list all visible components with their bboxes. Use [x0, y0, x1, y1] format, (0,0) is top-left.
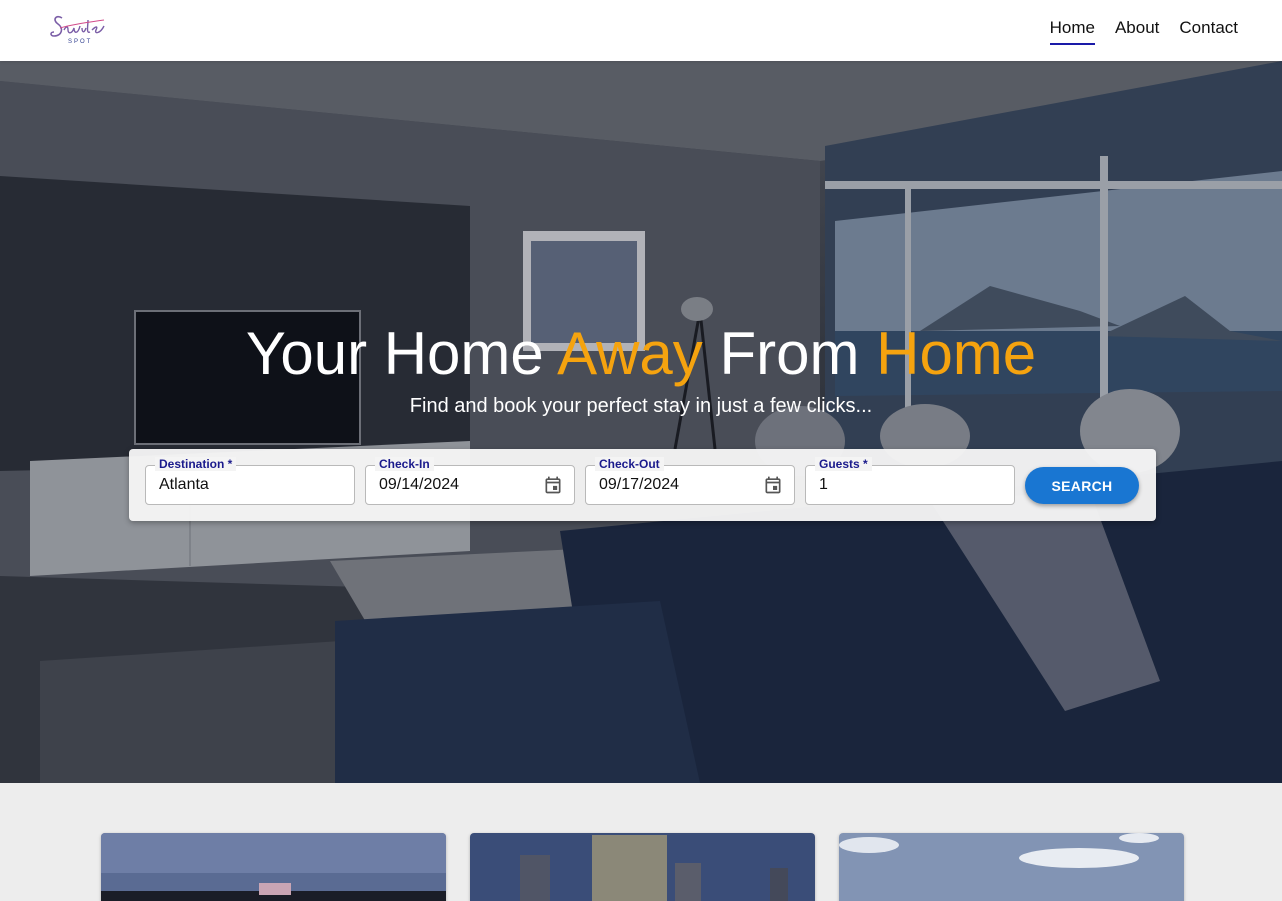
search-button[interactable]: SEARCH [1025, 467, 1139, 504]
hero-title-accent-home: Home [876, 320, 1037, 387]
destination-cards [0, 783, 1282, 901]
hero-title: Your Home Away From Home [0, 319, 1282, 388]
nav-contact-link[interactable]: Contact [1179, 16, 1238, 46]
nav-links: Home About Contact [1049, 0, 1238, 61]
destination-card-1[interactable] [101, 833, 446, 901]
destination-card-3[interactable] [839, 833, 1184, 901]
svg-text:SPOT: SPOT [68, 39, 92, 45]
calendar-icon[interactable] [763, 475, 783, 495]
destination-field[interactable]: Destination * Atlanta [145, 457, 355, 505]
hero-section: Your Home Away From Home Find and book y… [0, 61, 1282, 783]
guests-input[interactable]: 1 [819, 476, 828, 494]
hero-title-part1: Your Home [245, 320, 558, 387]
check-out-field[interactable]: Check-Out 09/17/2024 [585, 457, 795, 505]
destination-input[interactable]: Atlanta [159, 476, 209, 494]
hero-dark-overlay [0, 61, 1282, 783]
guests-field[interactable]: Guests * 1 [805, 457, 1015, 505]
destination-card-image-3 [839, 833, 1184, 901]
search-panel: Destination * Atlanta Check-In 09/14/202… [129, 449, 1156, 521]
guests-label: Guests * [815, 457, 872, 471]
hero-title-part2: From [702, 320, 877, 387]
destination-card-2[interactable] [470, 833, 815, 901]
destination-card-image-1 [101, 833, 446, 901]
hero-subtitle: Find and book your perfect stay in just … [409, 395, 873, 417]
top-navbar: SPOT Home About Contact [0, 0, 1282, 61]
nav-about-link[interactable]: About [1115, 16, 1159, 46]
destination-card-image-2 [470, 833, 815, 901]
check-in-input[interactable]: 09/14/2024 [379, 476, 459, 494]
destination-label: Destination * [155, 457, 237, 471]
nav-home-link[interactable]: Home [1049, 16, 1096, 46]
check-in-field[interactable]: Check-In 09/14/2024 [365, 457, 575, 505]
suite-spot-logo[interactable]: SPOT [46, 6, 110, 52]
calendar-icon[interactable] [543, 475, 563, 495]
hero-title-accent-away: Away [557, 320, 703, 387]
check-in-label: Check-In [375, 457, 434, 471]
check-out-label: Check-Out [595, 457, 664, 471]
check-out-input[interactable]: 09/17/2024 [599, 476, 679, 494]
